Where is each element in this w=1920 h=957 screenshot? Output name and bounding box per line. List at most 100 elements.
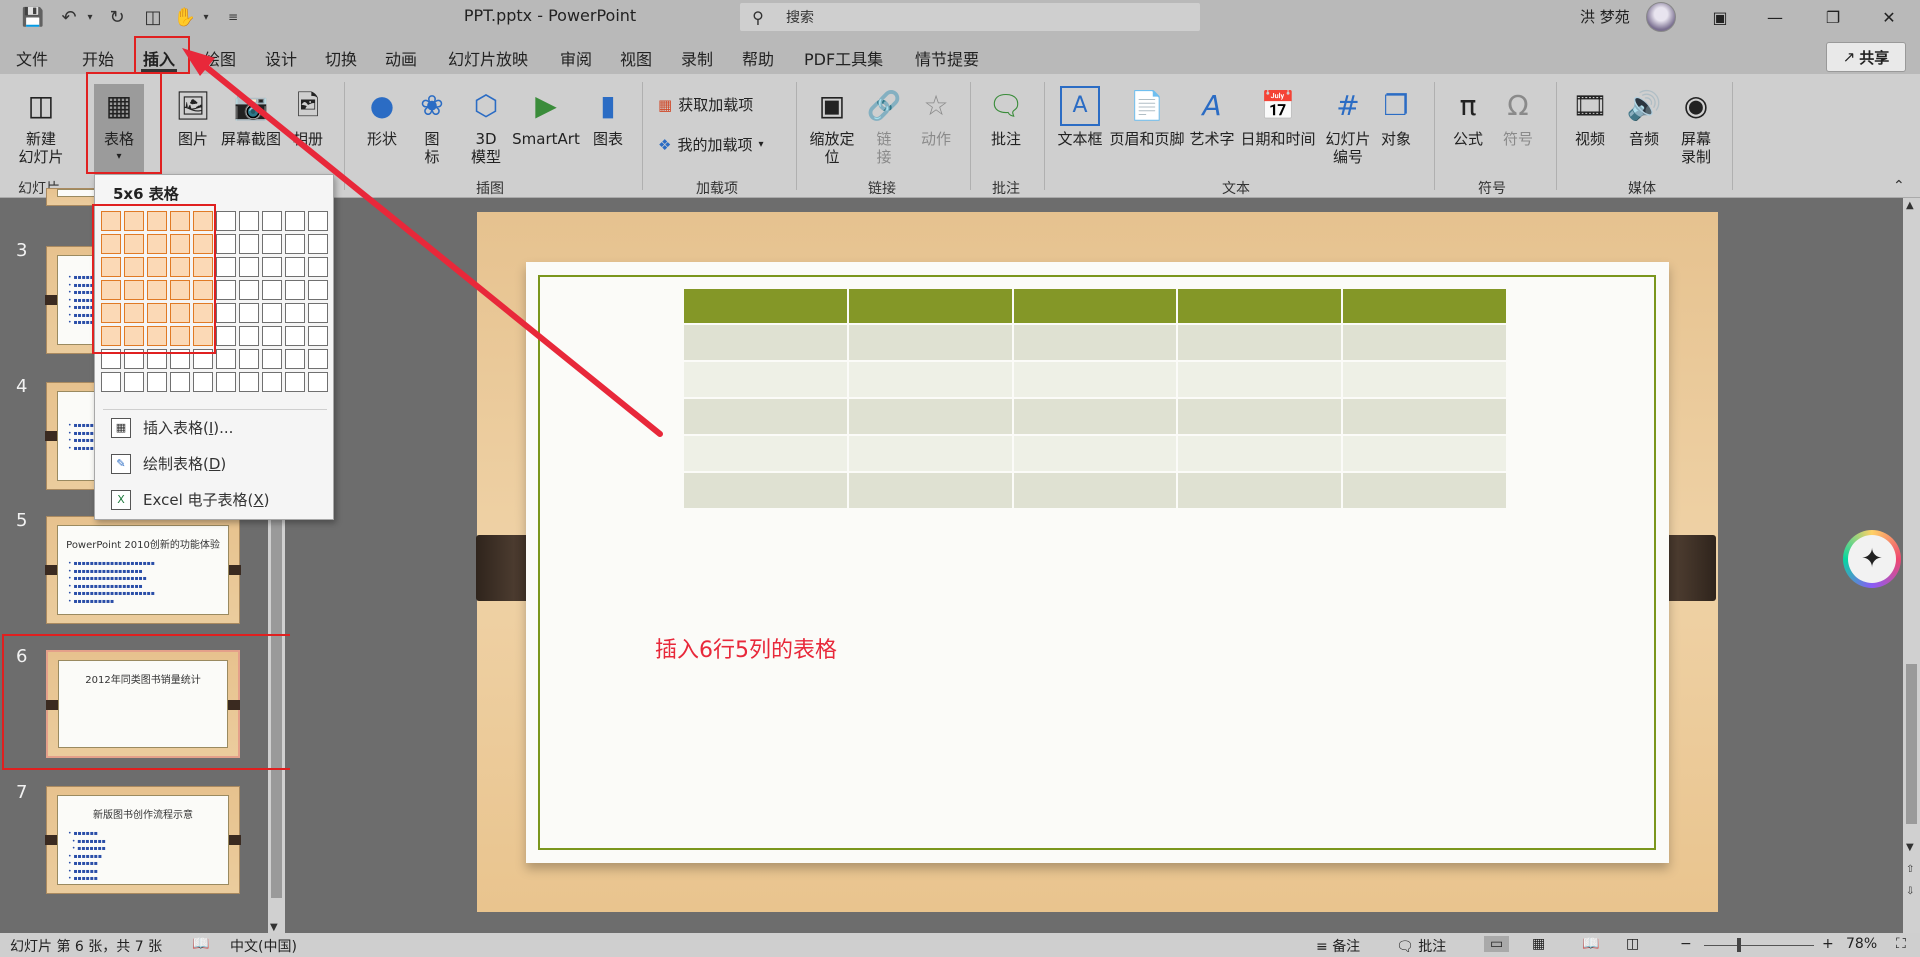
chart-button[interactable]: ▮ 图表 xyxy=(588,86,628,149)
table-cell[interactable] xyxy=(1013,325,1177,360)
collapse-ribbon-icon[interactable]: ⌃ xyxy=(1893,178,1905,194)
undo-icon[interactable]: ↶ xyxy=(56,4,82,30)
accessibility-icon[interactable]: 📖 xyxy=(192,936,209,952)
undo-dropdown-icon[interactable]: ▾ xyxy=(82,4,98,30)
slide-number-button[interactable]: # 幻灯片 编号 xyxy=(1320,86,1376,167)
screenshot-button[interactable]: 📷 屏幕截图 xyxy=(218,86,284,149)
tab-view[interactable]: 视图 xyxy=(620,46,652,70)
header-footer-button[interactable]: 📄 页眉和页脚 xyxy=(1108,86,1186,149)
table-cell[interactable] xyxy=(848,399,1012,434)
table-grid-cell[interactable] xyxy=(308,303,328,323)
table-grid-cell[interactable] xyxy=(308,326,328,346)
table-grid-cell[interactable] xyxy=(285,372,305,392)
table-cell[interactable] xyxy=(1343,473,1506,508)
3d-models-button[interactable]: ⬡ 3D 模型 xyxy=(464,86,508,167)
action-button[interactable]: ☆ 动作 xyxy=(914,86,958,149)
table-grid-cell[interactable] xyxy=(285,234,305,254)
table-grid-cell[interactable] xyxy=(239,303,259,323)
datetime-button[interactable]: 📅 日期和时间 xyxy=(1238,86,1318,149)
table-cell[interactable] xyxy=(848,289,1012,323)
album-button[interactable]: 🖻 相册 xyxy=(288,86,328,149)
zoom-in-icon[interactable]: + xyxy=(1822,936,1834,952)
avatar[interactable] xyxy=(1646,2,1676,32)
table-cell[interactable] xyxy=(1178,325,1342,360)
icons-button[interactable]: ❀ 图 标 xyxy=(414,86,450,167)
table-cell[interactable] xyxy=(1013,362,1177,397)
ribbon-display-icon[interactable]: ▣ xyxy=(1697,0,1743,34)
table-cell[interactable] xyxy=(1013,473,1177,508)
comment-button[interactable]: 🗨 批注 xyxy=(984,86,1028,149)
zoom-slider-thumb[interactable] xyxy=(1737,938,1741,952)
audio-button[interactable]: 🔊 音频 xyxy=(1622,86,1666,149)
customize-qat-icon[interactable]: ≡ xyxy=(222,4,244,30)
share-button[interactable]: ↗ 共享 xyxy=(1826,42,1906,72)
draw-table-item[interactable]: ✎ 绘制表格(D) xyxy=(111,453,226,474)
table-grid-cell[interactable] xyxy=(262,257,282,277)
table-cell[interactable] xyxy=(1343,289,1506,323)
table-cell[interactable] xyxy=(1343,325,1506,360)
table-grid-cell[interactable] xyxy=(193,372,213,392)
user-name[interactable]: 洪 梦苑 xyxy=(1580,6,1630,27)
previous-slide-icon[interactable]: ⇧ xyxy=(1906,864,1914,875)
table-grid-cell[interactable] xyxy=(285,211,305,231)
table-grid-cell[interactable] xyxy=(216,372,236,392)
scroll-down-icon[interactable]: ▼ xyxy=(1906,842,1914,853)
table-cell[interactable] xyxy=(1013,399,1177,434)
insert-table-item[interactable]: ▦ 插入表格(I)... xyxy=(111,417,233,438)
next-slide-icon[interactable]: ⇩ xyxy=(1906,886,1914,897)
table-grid-cell[interactable] xyxy=(216,234,236,254)
comments-button[interactable]: 🗨 批注 xyxy=(1396,936,1446,956)
table-grid-cell[interactable] xyxy=(262,234,282,254)
scrollbar-thumb[interactable] xyxy=(1906,664,1917,824)
table-cell[interactable] xyxy=(848,325,1012,360)
tab-transitions[interactable]: 切换 xyxy=(325,46,357,70)
table-grid-cell[interactable] xyxy=(308,211,328,231)
wordart-button[interactable]: A 艺术字 xyxy=(1188,86,1236,149)
table-cell[interactable] xyxy=(1178,473,1342,508)
get-addins-button[interactable]: ▦ 获取加载项 xyxy=(658,94,753,115)
slide-scrollbar[interactable]: ▲ ▼ ⇧ ⇩ xyxy=(1903,198,1920,933)
table-cell[interactable] xyxy=(684,399,847,434)
table-grid-cell[interactable] xyxy=(285,326,305,346)
table-grid-cell[interactable] xyxy=(101,372,121,392)
table-cell[interactable] xyxy=(848,362,1012,397)
table-grid-cell[interactable] xyxy=(308,234,328,254)
tab-record[interactable]: 录制 xyxy=(681,46,713,70)
tab-draw[interactable]: 绘图 xyxy=(204,46,236,70)
link-button[interactable]: 🔗 链 接 xyxy=(866,86,902,167)
close-icon[interactable]: ✕ xyxy=(1866,0,1912,34)
equation-button[interactable]: π 公式 xyxy=(1446,86,1490,149)
textbox-button[interactable]: A 文本框 xyxy=(1056,86,1104,148)
table-cell[interactable] xyxy=(1178,399,1342,434)
slideshow-icon[interactable]: ◫ xyxy=(1626,936,1639,952)
normal-view-icon[interactable]: ▭ xyxy=(1484,936,1510,952)
table-cell[interactable] xyxy=(684,473,847,508)
table-cell[interactable] xyxy=(1343,362,1506,397)
table-cell[interactable] xyxy=(1343,436,1506,471)
slide-table[interactable] xyxy=(682,287,1508,510)
tab-storyboard[interactable]: 情节提要 xyxy=(915,46,979,70)
table-grid-cell[interactable] xyxy=(216,326,236,346)
tab-file[interactable]: 文件 xyxy=(16,46,48,70)
zoom-out-icon[interactable]: − xyxy=(1680,936,1692,952)
table-grid-cell[interactable] xyxy=(239,326,259,346)
table-grid-cell[interactable] xyxy=(239,372,259,392)
table-cell[interactable] xyxy=(848,436,1012,471)
table-cell[interactable] xyxy=(684,436,847,471)
table-grid-cell[interactable] xyxy=(262,211,282,231)
table-grid-cell[interactable] xyxy=(216,211,236,231)
tab-review[interactable]: 审阅 xyxy=(560,46,592,70)
table-grid-cell[interactable] xyxy=(285,349,305,369)
zoom-slider[interactable] xyxy=(1704,945,1814,946)
excel-spreadsheet-item[interactable]: X Excel 电子表格(X) xyxy=(111,489,270,510)
notes-button[interactable]: ≡ 备注 xyxy=(1316,936,1360,956)
language-indicator[interactable]: 中文(中国) xyxy=(230,936,297,956)
table-cell[interactable] xyxy=(684,325,847,360)
zoom-button[interactable]: ▣ 缩放定 位 xyxy=(806,86,858,167)
tab-home[interactable]: 开始 xyxy=(82,46,114,70)
slide-thumbnail-7[interactable]: 新版图书创作流程示意 • ▪▪▪▪▪▪ • ▪▪▪▪▪▪▪ • ▪▪▪▪▪▪▪ •… xyxy=(45,786,241,894)
symbol-button[interactable]: Ω 符号 xyxy=(1496,86,1540,149)
table-cell[interactable] xyxy=(684,289,847,323)
table-grid-cell[interactable] xyxy=(308,349,328,369)
table-grid-cell[interactable] xyxy=(170,372,190,392)
